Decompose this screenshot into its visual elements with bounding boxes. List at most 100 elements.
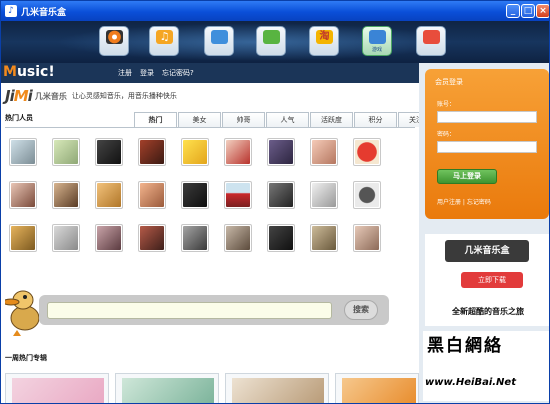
avatar	[183, 226, 207, 250]
album-card[interactable]	[335, 373, 419, 403]
watermark-line2: www.HeiBai.Net	[425, 377, 516, 388]
account-field[interactable]	[437, 111, 537, 123]
brand-cn: 几米音乐	[34, 91, 67, 101]
brand-tagline: 让心灵感知音乐，用音乐播种快乐	[71, 92, 177, 100]
tab-activity[interactable]: 活跃度	[310, 112, 353, 127]
tool-shop[interactable]	[416, 26, 446, 56]
search-input[interactable]	[47, 302, 332, 319]
avatar-cell[interactable]	[138, 181, 166, 209]
register-forgot-links[interactable]: 用户注册 | 忘记密码	[437, 197, 491, 206]
tab-popularity[interactable]: 人气	[266, 112, 309, 127]
avatar	[269, 183, 293, 207]
password-field[interactable]	[437, 141, 537, 153]
avatar-cell[interactable]	[181, 138, 209, 166]
avatar	[226, 140, 250, 164]
avatar-cell[interactable]	[224, 181, 252, 209]
avatar-cell[interactable]	[353, 224, 381, 252]
avatar-cell[interactable]	[52, 181, 80, 209]
jimi-logo: JiMi	[5, 87, 33, 105]
avatar-cell[interactable]	[95, 181, 123, 209]
avatar-cell[interactable]	[353, 138, 381, 166]
avatar	[11, 140, 35, 164]
avatar	[226, 226, 250, 250]
avatar	[54, 226, 78, 250]
watermark-line1: 黑白網絡	[427, 336, 503, 356]
avatar	[226, 183, 250, 207]
logo-rest: usic!	[16, 64, 55, 80]
maximize-button[interactable]: □	[521, 4, 535, 18]
tool-label-games: 游戏	[371, 47, 382, 53]
avatar	[140, 183, 164, 207]
register-link[interactable]: 注册	[118, 68, 132, 78]
avatar-cell[interactable]	[9, 181, 37, 209]
avatar-cell[interactable]	[224, 138, 252, 166]
album-cover	[12, 378, 104, 403]
avatar	[97, 140, 121, 164]
login-link[interactable]: 登录	[140, 68, 154, 78]
album-card[interactable]	[225, 373, 329, 403]
tool-music[interactable]: ♫	[149, 26, 179, 56]
search-button[interactable]: 搜索	[344, 300, 378, 320]
toolbar: ♫ 淘 游戏	[1, 21, 549, 63]
avatar	[140, 226, 164, 250]
account-label: 账号：	[437, 101, 456, 108]
tab-handsome[interactable]: 帅哥	[222, 112, 265, 127]
ad-slogan: 全新超酷的音乐之旅	[452, 307, 524, 316]
avatar-cell[interactable]	[267, 224, 295, 252]
avatar-cell[interactable]	[267, 181, 295, 209]
avatar	[355, 140, 379, 164]
shop-icon	[423, 30, 440, 44]
avatar	[54, 140, 78, 164]
avatar-cell[interactable]	[310, 181, 338, 209]
close-button[interactable]: ×	[536, 4, 549, 18]
tool-disc[interactable]	[99, 26, 129, 56]
avatar-cell[interactable]	[9, 138, 37, 166]
hot-people-title: 热门人员	[5, 114, 33, 122]
avatar	[11, 183, 35, 207]
tool-games[interactable]: 游戏	[362, 26, 392, 56]
avatar-cell[interactable]	[95, 138, 123, 166]
tool-taobao[interactable]: 淘	[309, 26, 339, 56]
music-note-icon: ♫	[156, 30, 173, 44]
tab-beauties[interactable]: 美女	[178, 112, 221, 127]
avatar-cell[interactable]	[9, 224, 37, 252]
watermark: 黑白網絡 www.HeiBai.Net	[423, 331, 549, 401]
album-card[interactable]	[5, 373, 109, 403]
avatar-cell[interactable]	[181, 181, 209, 209]
tool-video[interactable]	[256, 26, 286, 56]
avatar	[54, 183, 78, 207]
avatar-cell[interactable]	[52, 224, 80, 252]
avatar-cell[interactable]	[138, 224, 166, 252]
avatar	[97, 183, 121, 207]
main-panel: JiMi 几米音乐 让心灵感知音乐，用音乐播种快乐 热门人员 热门 美女 帅哥 …	[1, 83, 441, 403]
ad-title: 几米音乐盒	[445, 240, 529, 262]
tab-points[interactable]: 积分	[354, 112, 397, 127]
avatar	[97, 226, 121, 250]
avatar-cell[interactable]	[224, 224, 252, 252]
video-icon	[263, 30, 280, 44]
gamepad-icon	[369, 30, 386, 44]
avatar	[11, 226, 35, 250]
tool-tv[interactable]	[204, 26, 234, 56]
forgot-password-link[interactable]: 忘记密码?	[162, 68, 194, 78]
album-card[interactable]	[115, 373, 219, 403]
disc-icon	[106, 30, 123, 44]
download-button[interactable]: 立即下载	[461, 272, 523, 288]
login-button[interactable]: 马上登录	[437, 169, 497, 184]
avatar-cell[interactable]	[310, 138, 338, 166]
avatar-cell[interactable]	[95, 224, 123, 252]
login-header: 会员登录	[435, 78, 463, 86]
login-panel: 会员登录 账号： 密码： 马上登录 用户注册 | 忘记密码	[425, 69, 549, 219]
avatar-cell[interactable]	[310, 224, 338, 252]
download-ad[interactable]: 几米音乐盒 立即下载 全新超酷的音乐之旅	[425, 234, 549, 326]
avatar-cell[interactable]	[52, 138, 80, 166]
music-logo: Music!	[3, 64, 55, 80]
avatar	[269, 226, 293, 250]
window-title: 几米音乐盒	[21, 7, 67, 18]
avatar-cell[interactable]	[138, 138, 166, 166]
minimize-button[interactable]: _	[506, 4, 520, 18]
avatar-cell[interactable]	[353, 181, 381, 209]
avatar-cell[interactable]	[181, 224, 209, 252]
avatar-cell[interactable]	[267, 138, 295, 166]
tab-hot[interactable]: 热门	[134, 112, 177, 127]
